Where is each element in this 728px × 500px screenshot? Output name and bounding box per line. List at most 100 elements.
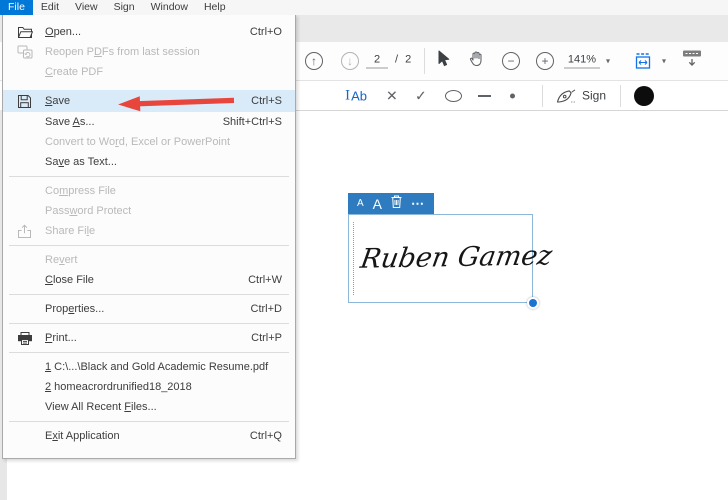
cross-tool-icon[interactable]: ✕	[386, 87, 398, 104]
red-arrow-annotation	[116, 92, 238, 117]
menu-item-print[interactable]: Print... Ctrl+P	[3, 328, 295, 348]
fit-width-icon	[635, 53, 651, 69]
menu-item-label: Properties...	[45, 303, 105, 315]
previous-page-icon[interactable]: ↑	[305, 52, 323, 70]
menu-item-label: View All Recent Files...	[45, 401, 157, 413]
signature-drag-grip[interactable]	[353, 222, 354, 295]
toolbar-divider	[424, 48, 425, 74]
page-number-control[interactable]: 2 / 2	[366, 54, 413, 69]
page-total-label: / 2	[395, 53, 414, 66]
menu-item-label: Compress File	[45, 185, 116, 197]
menu-separator	[9, 421, 289, 422]
sign-label: Sign	[582, 88, 607, 103]
menu-item-label: 2 homeacrordrunified18_2018	[45, 381, 192, 393]
menu-item-label: 1 C:\...\Black and Gold Academic Resume.…	[45, 361, 269, 373]
menubar-item-file[interactable]: File	[0, 0, 33, 15]
menu-item-label: Revert	[45, 254, 78, 266]
menu-item-shortcut: Shift+Ctrl+S	[222, 116, 282, 128]
menu-item-close-file[interactable]: Close File Ctrl+W	[3, 270, 295, 290]
signature-resize-handle[interactable]	[527, 297, 539, 309]
checkmark-tool-icon[interactable]: ✓	[415, 87, 427, 104]
signature-text: Ruben Gamez	[358, 239, 555, 275]
menu-item-view-all-recent-files[interactable]: View All Recent Files...	[3, 397, 295, 417]
menubar-item-sign[interactable]: Sign	[106, 0, 143, 15]
fit-width-control[interactable]: ▾	[634, 53, 666, 70]
acrobat-window: File Edit View Sign Window Help ↑ ↓ 2 / 2 − +…	[0, 0, 728, 500]
menu-item-open[interactable]: Open... Ctrl+O	[3, 22, 295, 42]
hide-toolbar-icon[interactable]	[682, 50, 702, 73]
menu-item-label: Save As...	[45, 116, 95, 128]
menu-item-properties[interactable]: Properties... Ctrl+D	[3, 299, 295, 319]
sign-tool[interactable]: Sign	[556, 88, 606, 103]
menu-item-label: Open...	[45, 26, 82, 38]
menu-item-label: Reopen PDFs from last session	[45, 46, 200, 58]
menu-item-revert: Revert	[3, 250, 295, 270]
toolbar-divider	[542, 84, 543, 107]
more-options-icon[interactable]: ⋯	[411, 197, 425, 210]
print-icon	[17, 331, 39, 346]
decrease-font-icon[interactable]: A	[357, 198, 364, 209]
folder-open-icon	[17, 25, 39, 39]
zoom-caret-icon[interactable]: ▾	[606, 57, 610, 66]
menu-item-reopen-pdfs-from-last-session: Reopen PDFs from last session	[3, 42, 295, 62]
menu-item-shortcut: Ctrl+D	[250, 303, 282, 315]
signature-field[interactable]: Ruben Gamez	[348, 214, 555, 303]
menubar-item-edit[interactable]: Edit	[33, 0, 67, 15]
reopen-session-icon	[17, 45, 39, 59]
dot-tool-icon[interactable]	[510, 93, 515, 98]
menu-item-label: Share File	[45, 225, 96, 237]
menu-item-password-protect: Password Protect	[3, 201, 295, 221]
menu-separator	[9, 352, 289, 353]
menubar-item-help[interactable]: Help	[196, 0, 234, 15]
page-number-input[interactable]: 2	[366, 54, 388, 69]
hand-tool-icon[interactable]	[468, 50, 485, 72]
color-swatch-black[interactable]	[634, 85, 654, 106]
pen-nib-icon	[556, 88, 576, 103]
menu-item-label: Save	[45, 95, 71, 107]
menu-item-label: Convert to Word, Excel or PowerPoint	[45, 136, 231, 148]
menu-item-shortcut: Ctrl+S	[251, 95, 282, 107]
menu-separator	[9, 294, 289, 295]
menu-bar: File Edit View Sign Window Help	[0, 0, 728, 15]
increase-font-icon[interactable]: A	[373, 196, 382, 212]
menu-separator	[9, 323, 289, 324]
zoom-level-value[interactable]: 141%	[564, 54, 600, 69]
menu-item-label: Password Protect	[45, 205, 132, 217]
zoom-out-icon[interactable]: −	[502, 52, 520, 70]
circle-tool-icon[interactable]	[445, 89, 462, 102]
menu-item-label: Save as Text...	[45, 156, 117, 168]
menu-item-label: Exit Application	[45, 430, 120, 442]
zoom-level-control[interactable]: 141% ▾	[564, 54, 610, 69]
menu-item-share-file: Share File	[3, 221, 295, 241]
add-text-tool[interactable]: I Ab	[345, 88, 367, 103]
next-page-icon[interactable]: ↓	[341, 52, 359, 70]
add-text-label: Ab	[351, 88, 368, 103]
menu-item-1-c-black-and-gold-academic-resume-pdf[interactable]: 1 C:\...\Black and Gold Academic Resume.…	[3, 357, 295, 377]
zoom-in-icon[interactable]: +	[536, 52, 554, 70]
menu-item-shortcut: Ctrl+Q	[249, 430, 282, 442]
menu-item-compress-file: Compress File	[3, 181, 295, 201]
menu-item-save-as-text[interactable]: Save as Text...	[3, 152, 295, 172]
share-icon	[17, 223, 39, 239]
menubar-item-view[interactable]: View	[67, 0, 106, 15]
file-menu-dropdown: Open... Ctrl+O Reopen PDFs from last sessi…	[2, 14, 296, 459]
menu-separator	[9, 245, 289, 246]
menu-item-label: Create PDF	[45, 66, 104, 78]
line-tool-icon[interactable]	[478, 94, 491, 97]
delete-signature-icon[interactable]	[391, 195, 402, 213]
text-cursor-icon: I	[345, 88, 351, 103]
menu-item-create-pdf: Create PDF	[3, 62, 295, 82]
menu-item-exit-application[interactable]: Exit Application Ctrl+Q	[3, 426, 295, 446]
menu-item-shortcut: Ctrl+W	[248, 274, 282, 286]
menu-separator	[9, 176, 289, 177]
menu-item-label: Close File	[45, 274, 94, 286]
menu-spacer	[3, 82, 295, 90]
save-icon	[17, 94, 39, 109]
select-tool-icon[interactable]	[436, 50, 450, 72]
menu-item-shortcut: Ctrl+O	[249, 26, 282, 38]
menu-item-label: Print...	[45, 332, 77, 344]
menubar-item-window[interactable]: Window	[143, 0, 196, 15]
fit-width-caret-icon[interactable]: ▾	[662, 57, 666, 66]
menu-item-2-homeacrordrunified18-2018[interactable]: 2 homeacrordrunified18_2018	[3, 377, 295, 397]
toolbar-divider	[620, 84, 621, 107]
